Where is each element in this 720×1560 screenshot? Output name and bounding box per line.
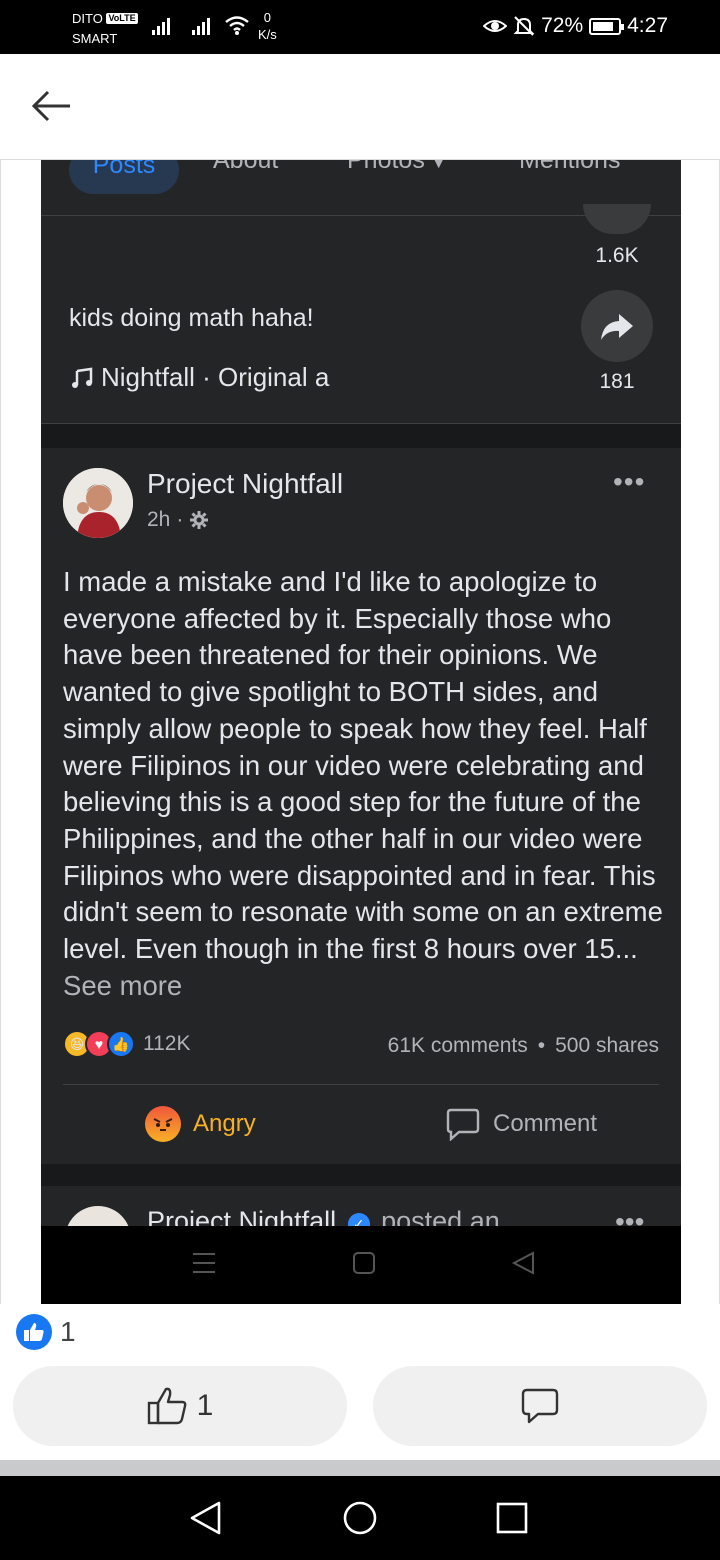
photo-viewer: Posts About Photos ▼ Mentions 1.6K kids … [0,160,720,1304]
next-post-author: Project Nightfall ✓ posted an [147,1206,500,1226]
photo-like-count: 1 [60,1316,76,1347]
like-button-count: 1 [196,1389,214,1422]
photo-reaction-summary[interactable]: 1 [16,1314,76,1350]
comment-count: 61K comments [387,1034,528,1057]
tab-photos-label: Photos [347,160,425,174]
back-triangle-icon[interactable] [188,1500,224,1536]
thumbs-up-icon [147,1387,187,1425]
like-button[interactable]: 1 [13,1366,347,1446]
network-speed-value: 0 [263,10,272,25]
engagement-counts: 61K comments • 500 shares [388,1034,659,1058]
tab-posts: Posts [69,160,179,194]
chevron-down-icon: ▼ [431,160,446,171]
see-more-link: See more [63,969,183,1001]
comment-icon [521,1388,559,1424]
reel-audio-label: Nightfall · Original a [101,362,330,392]
verified-badge-icon: ✓ [347,1213,370,1226]
signal-icon-2 [192,15,210,35]
next-post-suffix: posted an [381,1206,500,1226]
reel-button-top [583,204,651,234]
system-nav-bar [0,1476,720,1560]
post-body: I made a mistake and I'd like to apologi… [63,564,663,1004]
post-text: I made a mistake and I'd like to apologi… [63,566,663,965]
next-post-card: Project Nightfall ✓ posted an ••• [41,1186,681,1226]
post-card: Project Nightfall 2h · ••• I made a mist… [41,448,681,1164]
status-bar: DITO VoLTE SMART 0 K/s 72% 4:27 [0,0,720,54]
angry-face-icon [145,1106,181,1142]
bell-off-icon [513,16,535,36]
music-note-icon [72,367,93,388]
back-triangle-icon [511,1251,534,1275]
comment-label: Comment [493,1110,598,1137]
back-arrow-icon[interactable] [28,86,74,126]
comment-button: Comment [445,1100,597,1148]
embedded-screenshot: Posts About Photos ▼ Mentions 1.6K kids … [41,160,681,1304]
tab-about: About [213,160,279,174]
avatar [63,468,133,538]
next-post-author-name: Project Nightfall [147,1206,337,1226]
network-speed-unit: K/s [258,27,277,42]
reaction-summary: 😆 ♥ 👍 112K [63,1030,191,1058]
home-square-icon [353,1252,375,1274]
post-meta: 2h · [147,508,209,532]
app-bar [0,54,720,160]
eye-icon [483,20,508,32]
comment-icon [446,1108,480,1141]
embedded-nav-bar [41,1226,681,1304]
like-reaction-icon [16,1314,52,1350]
reel-caption: kids doing math haha! [69,304,314,332]
home-circle-icon[interactable] [342,1500,378,1536]
angry-reaction-button: Angry [145,1100,256,1148]
volte-badge: VoLTE [106,13,138,24]
more-options-icon: ••• [615,1206,645,1226]
clock: 4:27 [627,14,668,37]
carrier-name-2: SMART [72,31,118,46]
gear-icon [190,511,209,529]
reel-share-button [581,290,653,362]
status-right: 72% 4:27 [483,14,668,38]
recents-square-icon[interactable] [494,1500,530,1536]
reel-share-count: 181 [599,370,635,393]
like-reaction-icon: 👍 [107,1030,135,1058]
carrier-info: DITO VoLTE SMART [72,9,138,49]
avatar [65,1206,131,1226]
comment-button[interactable] [373,1366,707,1446]
battery-icon [589,17,625,35]
signal-icon [152,15,170,35]
share-icon [601,314,633,340]
network-speed: 0 K/s [258,9,277,43]
tab-mentions: Mentions [519,160,621,174]
reel-audio: Nightfall · Original a [71,362,361,393]
carrier-name: DITO [72,11,103,26]
battery-percent: 72% [541,14,584,37]
reaction-count: 112K [143,1032,191,1055]
share-count: 500 shares [555,1034,659,1057]
reel-like-count: 1.6K [595,244,639,267]
count-separator: • [537,1034,546,1057]
reel-card: 1.6K kids doing math haha! 181 Nightfall… [41,204,681,424]
post-time: 2h [147,508,171,531]
angry-label: Angry [193,1110,256,1137]
more-options-icon: ••• [613,466,646,497]
wifi-icon [225,16,249,35]
tab-photos: Photos ▼ [347,160,446,175]
post-author: Project Nightfall [147,468,344,499]
menu-icon [193,1253,215,1273]
